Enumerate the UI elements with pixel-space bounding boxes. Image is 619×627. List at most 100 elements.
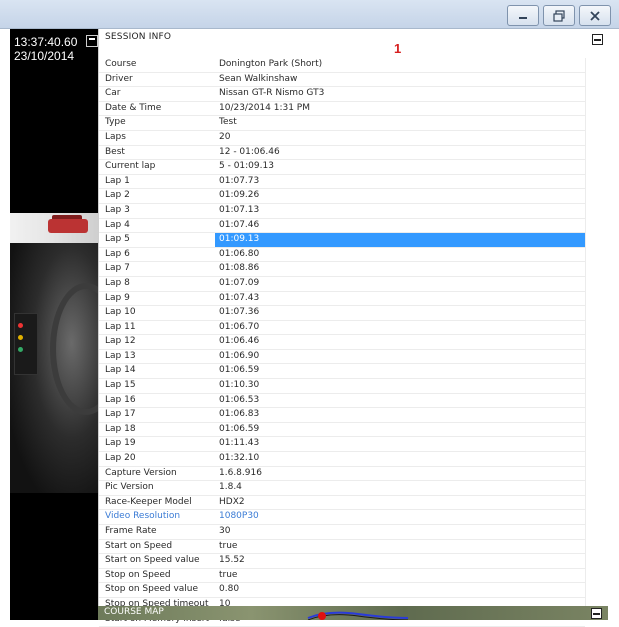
session-info-row[interactable]: Laps 20: [99, 131, 585, 146]
table-right-gutter: [585, 58, 610, 606]
minimize-icon: [519, 16, 527, 19]
window-right-margin: [608, 29, 619, 620]
row-value: Sean Walkinshaw: [219, 73, 298, 84]
row-label: Start on Speed: [105, 540, 173, 551]
row-label: Driver: [105, 73, 133, 84]
row-value: Donington Park (Short): [219, 59, 323, 69]
row-value: 1080P30: [219, 511, 259, 522]
session-info-row[interactable]: Date & Time 10/23/2014 1:31 PM: [99, 102, 585, 117]
row-value: HDX2: [219, 496, 245, 507]
row-value: 01:07.46: [219, 219, 260, 230]
session-info-row[interactable]: Lap 18 01:06.59: [99, 423, 585, 438]
session-info-row[interactable]: Pic Version 1.8.4: [99, 481, 585, 496]
session-info-panel: SESSION INFO 1 Course Donington Park (Sho…: [98, 29, 610, 627]
session-info-row[interactable]: Lap 19 01:11.43: [99, 437, 585, 453]
row-selection-highlight: [215, 233, 585, 247]
row-value: 1.6.8.916: [219, 467, 262, 478]
session-info-row[interactable]: Lap 14 01:06.59: [99, 364, 585, 380]
session-info-row[interactable]: Driver Sean Walkinshaw: [99, 73, 585, 88]
session-info-row[interactable]: Current lap 5 - 01:09.13: [99, 160, 585, 175]
row-label: Lap 19: [105, 438, 136, 449]
row-label: Video Resolution: [105, 511, 181, 522]
session-info-minimize-button[interactable]: [592, 34, 603, 45]
session-info-row[interactable]: Video Resolution 1080P30: [99, 510, 585, 525]
restore-icon: [553, 9, 565, 22]
row-label: Capture Version: [105, 467, 177, 478]
video-minimize-button[interactable]: [86, 35, 98, 47]
row-value: 12 - 01:06.46: [219, 146, 280, 157]
video-panel: 13:37:40.60 23/10/2014: [10, 29, 98, 620]
session-info-row[interactable]: Race-Keeper Model HDX2: [99, 496, 585, 511]
session-info-row[interactable]: Lap 10 01:07.36: [99, 306, 585, 321]
row-label: Date & Time: [105, 102, 162, 113]
session-info-row[interactable]: Lap 1 01:07.73: [99, 175, 585, 190]
session-info-row[interactable]: Lap 11 01:06.70: [99, 321, 585, 336]
session-info-row[interactable]: Lap 3 01:07.13: [99, 204, 585, 219]
session-info-title: SESSION INFO: [105, 32, 172, 42]
row-value: 01:07.73: [219, 175, 260, 186]
session-info-row[interactable]: Stop on Speed true: [99, 569, 585, 584]
session-info-header: SESSION INFO: [99, 29, 609, 47]
minimize-button[interactable]: [507, 5, 539, 26]
session-info-row[interactable]: Start on Speed true: [99, 540, 585, 555]
session-info-row[interactable]: Lap 17 01:06.83: [99, 408, 585, 423]
restore-button[interactable]: [543, 5, 575, 26]
session-info-row[interactable]: Frame Rate 30: [99, 525, 585, 540]
row-label: Lap 11: [105, 321, 136, 332]
row-label: Current lap: [105, 161, 156, 172]
row-label: Laps: [105, 131, 126, 142]
row-label: Lap 2: [105, 190, 130, 201]
row-value: 01:06.59: [219, 423, 260, 434]
row-label: Lap 9: [105, 292, 130, 303]
row-label: Lap 14: [105, 365, 136, 376]
session-info-row[interactable]: Lap 2 01:09.26: [99, 189, 585, 204]
row-value: 30: [219, 526, 231, 536]
row-value: Test: [219, 117, 237, 128]
session-info-row[interactable]: Lap 5 01:09.13: [99, 233, 585, 248]
row-value: 15.52: [219, 555, 245, 566]
session-info-row[interactable]: Lap 9 01:07.43: [99, 292, 585, 307]
row-value: 01:06.70: [219, 321, 260, 332]
car-position-marker: [318, 612, 326, 620]
session-info-row[interactable]: Lap 6 01:06.80: [99, 248, 585, 263]
session-info-row[interactable]: Car Nissan GT-R Nismo GT3: [99, 87, 585, 102]
row-value: true: [219, 540, 238, 551]
session-info-row[interactable]: Best 12 - 01:06.46: [99, 146, 585, 161]
session-info-row[interactable]: Stop on Speed value 0.80: [99, 583, 585, 598]
course-map-title: COURSE MAP: [104, 607, 164, 617]
session-info-row[interactable]: Capture Version 1.6.8.916: [99, 467, 585, 482]
row-value: 01:07.36: [219, 307, 260, 318]
window-controls: [507, 5, 611, 26]
video-date: 23/10/2014: [14, 49, 75, 63]
video-frame-thumbnail: [10, 213, 98, 243]
session-info-row[interactable]: Lap 7 01:08.86: [99, 262, 585, 277]
row-value: 10/23/2014 1:31 PM: [219, 102, 310, 113]
session-info-row[interactable]: Lap 15 01:10.30: [99, 379, 585, 394]
session-info-row[interactable]: Start on Speed value 15.52: [99, 554, 585, 569]
row-label: Lap 7: [105, 263, 130, 274]
session-info-row[interactable]: Lap 4 01:07.46: [99, 219, 585, 234]
course-map-track: [307, 611, 409, 620]
row-value: Nissan GT-R Nismo GT3: [219, 88, 325, 99]
course-map-minimize-button[interactable]: [591, 608, 602, 619]
row-value: 01:06.59: [219, 365, 260, 376]
session-info-row[interactable]: Lap 8 01:07.09: [99, 277, 585, 292]
row-label: Lap 4: [105, 219, 130, 230]
row-label: Stop on Speed: [105, 569, 171, 580]
row-label: Lap 5: [105, 234, 130, 245]
session-info-row[interactable]: Lap 13 01:06.90: [99, 350, 585, 365]
row-label: Lap 15: [105, 380, 136, 391]
row-label: Lap 13: [105, 350, 136, 361]
row-label: Lap 16: [105, 394, 136, 405]
row-value: 01:11.43: [219, 438, 260, 449]
session-info-row[interactable]: Lap 12 01:06.46: [99, 335, 585, 350]
row-label: Lap 12: [105, 336, 136, 347]
session-info-row[interactable]: Lap 16 01:06.53: [99, 394, 585, 409]
session-info-row[interactable]: Lap 20 01:32.10: [99, 452, 585, 467]
row-label: Lap 6: [105, 248, 130, 259]
session-info-row[interactable]: Type Test: [99, 116, 585, 131]
session-info-row[interactable]: Course Donington Park (Short): [99, 58, 585, 73]
row-value: 5 - 01:09.13: [219, 161, 274, 172]
close-button[interactable]: [579, 5, 611, 26]
course-map-header: COURSE MAP: [98, 606, 608, 620]
